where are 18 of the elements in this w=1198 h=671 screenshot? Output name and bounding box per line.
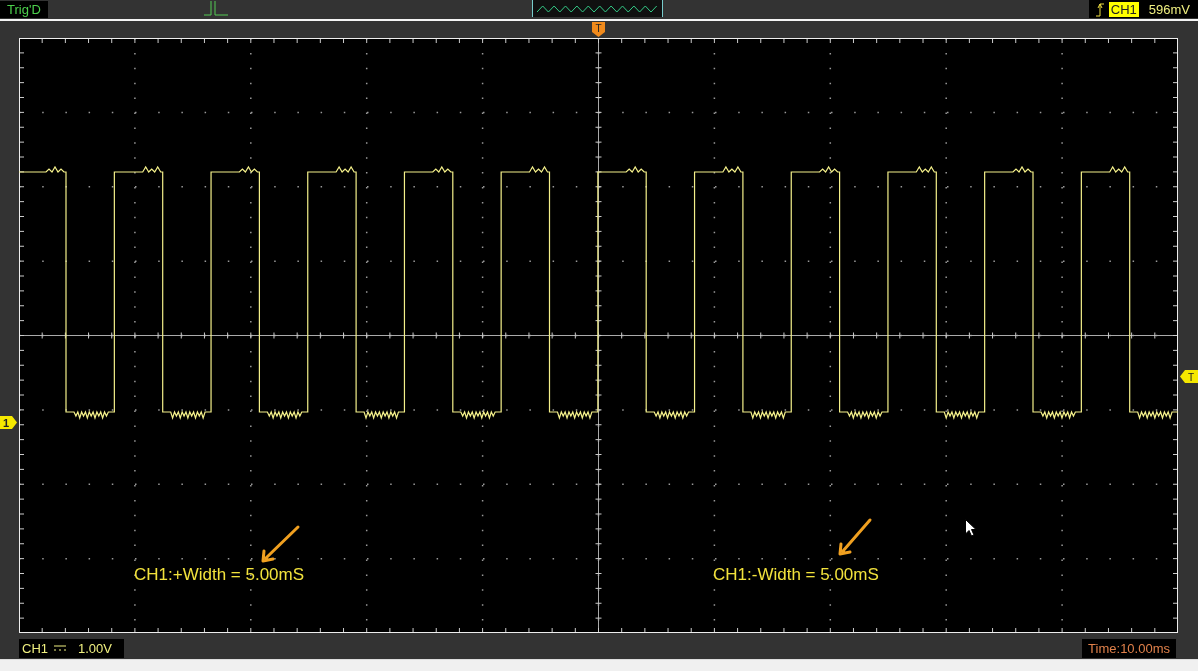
channel-label: CH1 — [22, 640, 48, 656]
timebase-label: Time:10.00ms — [1082, 638, 1176, 658]
dc-coupling-icon — [54, 645, 66, 651]
channel-marker[interactable]: 1 — [0, 416, 17, 429]
measurement-label: CH1:+Width = 5.00mS — [134, 565, 305, 585]
trigger-status: Trig'D — [0, 0, 48, 18]
trigger-pulse-icon — [203, 0, 229, 16]
zigzag-wave-icon — [536, 5, 658, 13]
mouse-cursor-icon — [965, 519, 977, 537]
trigger-level-marker[interactable]: T — [1180, 370, 1198, 383]
volts-per-division: 1.00V — [78, 640, 112, 656]
rising-edge-icon — [1094, 1, 1105, 17]
annotation-arrow — [836, 516, 874, 558]
trigger-level: 596mV — [1148, 1, 1190, 17]
trigger-channel: CH1 — [1108, 1, 1139, 17]
trigger-position-marker[interactable]: T — [591, 22, 606, 37]
annotation-arrow — [259, 523, 302, 565]
measurement-label: CH1:-Width = 5.00mS — [713, 565, 879, 585]
